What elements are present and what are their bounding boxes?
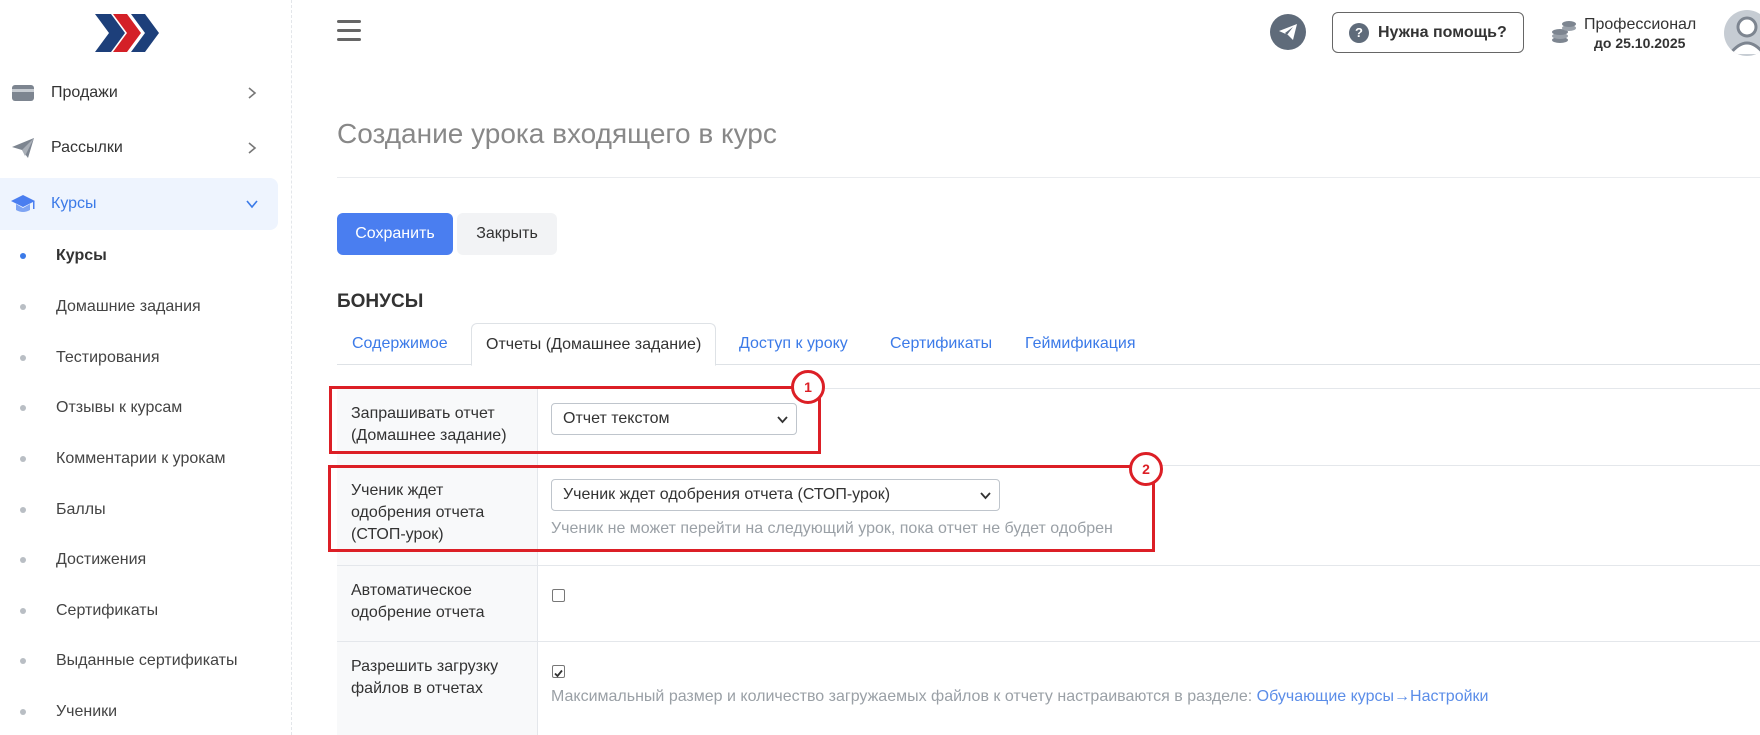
- sidebar-item-label: Продажи: [51, 84, 118, 101]
- submenu-label: Тестирования: [56, 349, 160, 366]
- submenu-item-homework[interactable]: Домашние задания: [0, 287, 278, 327]
- file-upload-hint-text: Максимальный размер и количество загружа…: [551, 688, 1253, 705]
- chevron-down-icon: [246, 200, 258, 209]
- sidebar-item-label: Рассылки: [51, 139, 123, 156]
- tab-content[interactable]: Содержимое: [352, 323, 448, 365]
- submenu-item-reviews[interactable]: Отзывы к курсам: [0, 388, 278, 428]
- submenu-item-tests[interactable]: Тестирования: [0, 338, 278, 378]
- file-upload-label: Разрешить загрузку файлов в отчетах: [337, 642, 538, 735]
- file-upload-checkbox[interactable]: [552, 665, 565, 678]
- coins-icon: [1552, 21, 1576, 43]
- bullet-icon: [20, 456, 26, 462]
- bullet-icon: [20, 304, 26, 310]
- chevron-right-icon: [248, 87, 257, 99]
- plan-name: Профессионал: [1584, 16, 1697, 33]
- submenu-label: Домашние задания: [56, 298, 201, 315]
- submenu-label: Отзывы к курсам: [56, 399, 183, 416]
- auto-approve-checkbox[interactable]: [552, 589, 565, 602]
- form-row-file-upload: Разрешить загрузку файлов в отчетах Макс…: [337, 641, 1760, 735]
- annotation-badge-2: 2: [1129, 452, 1163, 486]
- logo-icon[interactable]: [95, 10, 165, 56]
- divider: [337, 177, 1760, 178]
- submenu-label: Сертификаты: [56, 602, 159, 619]
- question-icon: ?: [1349, 22, 1369, 43]
- graduation-cap-icon: [10, 191, 36, 217]
- tab-certificates[interactable]: Сертификаты: [890, 323, 992, 365]
- form-row-auto-approve: Автоматическое одобрение отчета: [337, 565, 1760, 641]
- annotation-badge-1: 1: [791, 370, 825, 404]
- sidebar-item-courses[interactable]: Курсы: [0, 178, 278, 230]
- submenu-item-achievements[interactable]: Достижения: [0, 540, 278, 580]
- auto-approve-label: Автоматическое одобрение отчета: [337, 566, 538, 641]
- page-title: Создание урока входящего в курс: [337, 118, 777, 149]
- submenu-label: Ученики: [56, 703, 118, 720]
- submenu-item-issued-certificates[interactable]: Выданные сертификаты: [0, 641, 278, 681]
- file-upload-hint: Максимальный размер и количество загружа…: [551, 688, 1488, 706]
- submenu-item-students[interactable]: Ученики: [0, 692, 278, 732]
- submenu-label: Достижения: [56, 551, 147, 568]
- bullet-icon: [20, 355, 26, 361]
- annotation-box-1: [329, 386, 821, 454]
- sidebar-item-label: Курсы: [51, 195, 97, 212]
- submenu-label: Курсы: [56, 247, 107, 264]
- card-icon: [10, 80, 36, 106]
- tab-gamification[interactable]: Геймификация: [1025, 323, 1135, 365]
- sidebar: Продажи Рассылки Курсы Курсы Домашние за…: [0, 0, 292, 735]
- submenu-item-certificates[interactable]: Сертификаты: [0, 591, 278, 631]
- bullet-icon: [20, 557, 26, 563]
- chevron-right-icon: [248, 142, 257, 154]
- save-button[interactable]: Сохранить: [337, 213, 453, 255]
- checkmark-icon: [554, 669, 563, 678]
- bullet-icon: [20, 405, 26, 411]
- plan-info[interactable]: Профессионал до 25.10.2025: [1550, 14, 1700, 54]
- sidebar-item-sales[interactable]: Продажи: [0, 67, 278, 119]
- telegram-icon[interactable]: [1270, 14, 1306, 50]
- annotation-box-2: [328, 465, 1155, 552]
- help-button[interactable]: ? Нужна помощь?: [1332, 12, 1524, 53]
- tab-access[interactable]: Доступ к уроку: [739, 323, 848, 365]
- help-button-label: Нужна помощь?: [1378, 23, 1507, 41]
- course-settings-link[interactable]: Обучающие курсы→Настройки: [1257, 688, 1489, 705]
- submenu-item-comments[interactable]: Комментарии к урокам: [0, 439, 278, 479]
- sidebar-item-mailings[interactable]: Рассылки: [0, 122, 278, 174]
- plan-expiry: до 25.10.2025: [1594, 35, 1686, 51]
- submenu-label: Комментарии к урокам: [56, 450, 226, 467]
- bullet-icon: [20, 709, 26, 715]
- close-button[interactable]: Закрыть: [457, 213, 557, 255]
- avatar[interactable]: [1724, 10, 1760, 56]
- bullet-icon: [20, 658, 26, 664]
- paper-plane-icon: [10, 135, 36, 161]
- tab-bar: Содержимое Отчеты (Домашнее задание) Дос…: [337, 323, 1760, 366]
- submenu-item-points[interactable]: Баллы: [0, 490, 278, 530]
- hamburger-menu-icon[interactable]: [337, 20, 361, 42]
- submenu-label: Баллы: [56, 501, 106, 518]
- submenu-label: Выданные сертификаты: [56, 652, 238, 669]
- submenu-item-courses[interactable]: Курсы: [0, 236, 278, 276]
- bullet-icon: [20, 253, 26, 259]
- bullet-icon: [20, 507, 26, 513]
- bullet-icon: [20, 608, 26, 614]
- section-title: БОНУСЫ: [337, 291, 424, 312]
- tab-reports[interactable]: Отчеты (Домашнее задание): [471, 323, 717, 366]
